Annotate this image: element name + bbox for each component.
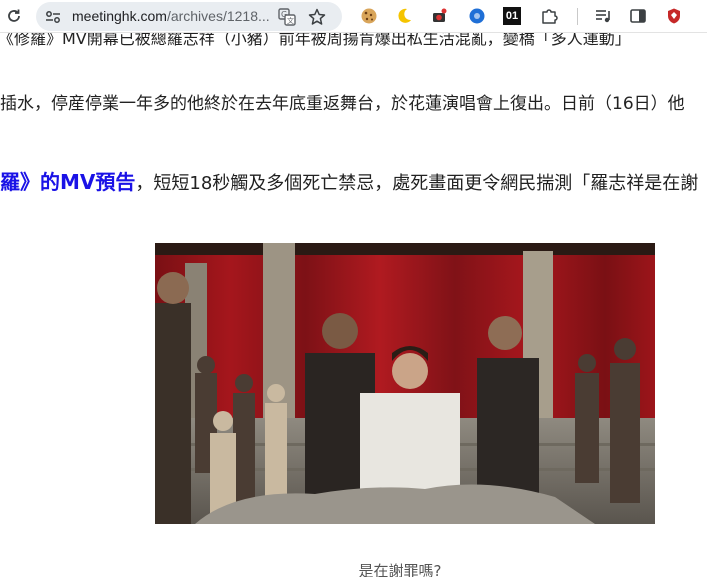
article-line-1: 《修羅》MV開幕已被總羅志祥（小豬）前年被周揚肯爆出私生活混亂，變橋「多人運動」: [0, 33, 631, 48]
shield-icon[interactable]: [664, 6, 684, 26]
translate-icon[interactable]: G文: [277, 7, 297, 27]
article-line-3: 羅》的MV預告，短短18秒觸及多個死亡禁忌，處死畫面更令網民揣測「羅志祥是在謝: [0, 166, 698, 195]
mv-preview-link[interactable]: 羅》的MV預告: [0, 170, 135, 194]
article-line-2: 插水，停産停業一年多的他終於在去年底重返舞台，於花蓮演唱會上復出。日前（16日）…: [0, 94, 685, 114]
photo-caption: 是在謝罪嗎?: [358, 562, 442, 577]
url-domain: meetinghk.com: [72, 8, 167, 24]
moon-icon[interactable]: [394, 6, 414, 26]
puzzle-icon[interactable]: [539, 6, 559, 26]
01-icon-label: 01: [503, 7, 521, 25]
reload-icon[interactable]: [4, 6, 24, 26]
bookmark-star-icon[interactable]: [307, 7, 327, 27]
camera-icon[interactable]: [430, 6, 450, 26]
01-icon[interactable]: 01: [502, 6, 522, 26]
globe-icon[interactable]: [467, 6, 487, 26]
svg-text:文: 文: [287, 16, 294, 25]
article-line-3-text: ，短短18秒觸及多個死亡禁忌，處死畫面更令網民揣測「羅志祥是在謝: [135, 173, 699, 194]
address-bar[interactable]: meetinghk.com/archives/1218... G文: [36, 2, 342, 31]
article-photo: [155, 243, 655, 524]
url-path: /archives/1218...: [166, 8, 270, 24]
sidepanel-icon[interactable]: [628, 6, 648, 26]
url-text[interactable]: meetinghk.com/archives/1218...: [72, 8, 270, 24]
browser-toolbar: meetinghk.com/archives/1218... G文 01: [0, 0, 707, 33]
site-info-icon[interactable]: [44, 8, 62, 25]
media-icon[interactable]: [593, 6, 613, 26]
cookie-icon[interactable]: [359, 6, 379, 26]
toolbar-divider: [577, 8, 578, 25]
